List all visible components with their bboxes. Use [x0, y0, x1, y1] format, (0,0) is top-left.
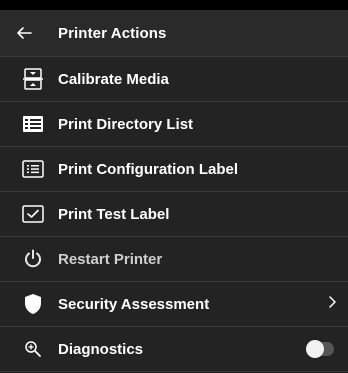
configuration-label-icon [20, 156, 46, 182]
print-test-label-label: Print Test Label [58, 205, 170, 223]
directory-list-icon [20, 111, 46, 137]
test-label-icon [20, 201, 46, 227]
toggle-knob [306, 340, 324, 358]
diagnostics-label: Diagnostics [58, 340, 144, 358]
diagnostics-toggle[interactable] [306, 340, 334, 358]
arrow-left-icon [17, 27, 32, 39]
print-test-label-item[interactable]: Print Test Label [0, 192, 348, 237]
restart-printer-label: Restart Printer [58, 250, 163, 268]
back-button[interactable] [4, 25, 44, 41]
diagnostics-item[interactable]: Diagnostics [0, 327, 348, 372]
restart-printer-item[interactable]: Restart Printer [0, 237, 348, 282]
status-bar [0, 0, 348, 10]
power-icon [20, 246, 46, 272]
print-configuration-label-label: Print Configuration Label [58, 160, 238, 178]
page-title: Printer Actions [58, 24, 167, 42]
calibrate-media-label: Calibrate Media [58, 70, 169, 88]
security-assessment-label: Security Assessment [58, 295, 210, 313]
app-header: Printer Actions [0, 10, 348, 57]
action-list: Calibrate Media Print Directory List Pri… [0, 57, 348, 372]
calibrate-media-icon [20, 66, 46, 92]
chevron-right-icon [328, 295, 336, 313]
print-directory-list-label: Print Directory List [58, 115, 194, 133]
calibrate-media-item[interactable]: Calibrate Media [0, 57, 348, 102]
print-configuration-label-item[interactable]: Print Configuration Label [0, 147, 348, 192]
print-directory-list-item[interactable]: Print Directory List [0, 102, 348, 147]
security-assessment-item[interactable]: Security Assessment [0, 282, 348, 327]
diagnostics-icon [20, 336, 46, 362]
shield-icon [20, 291, 46, 317]
